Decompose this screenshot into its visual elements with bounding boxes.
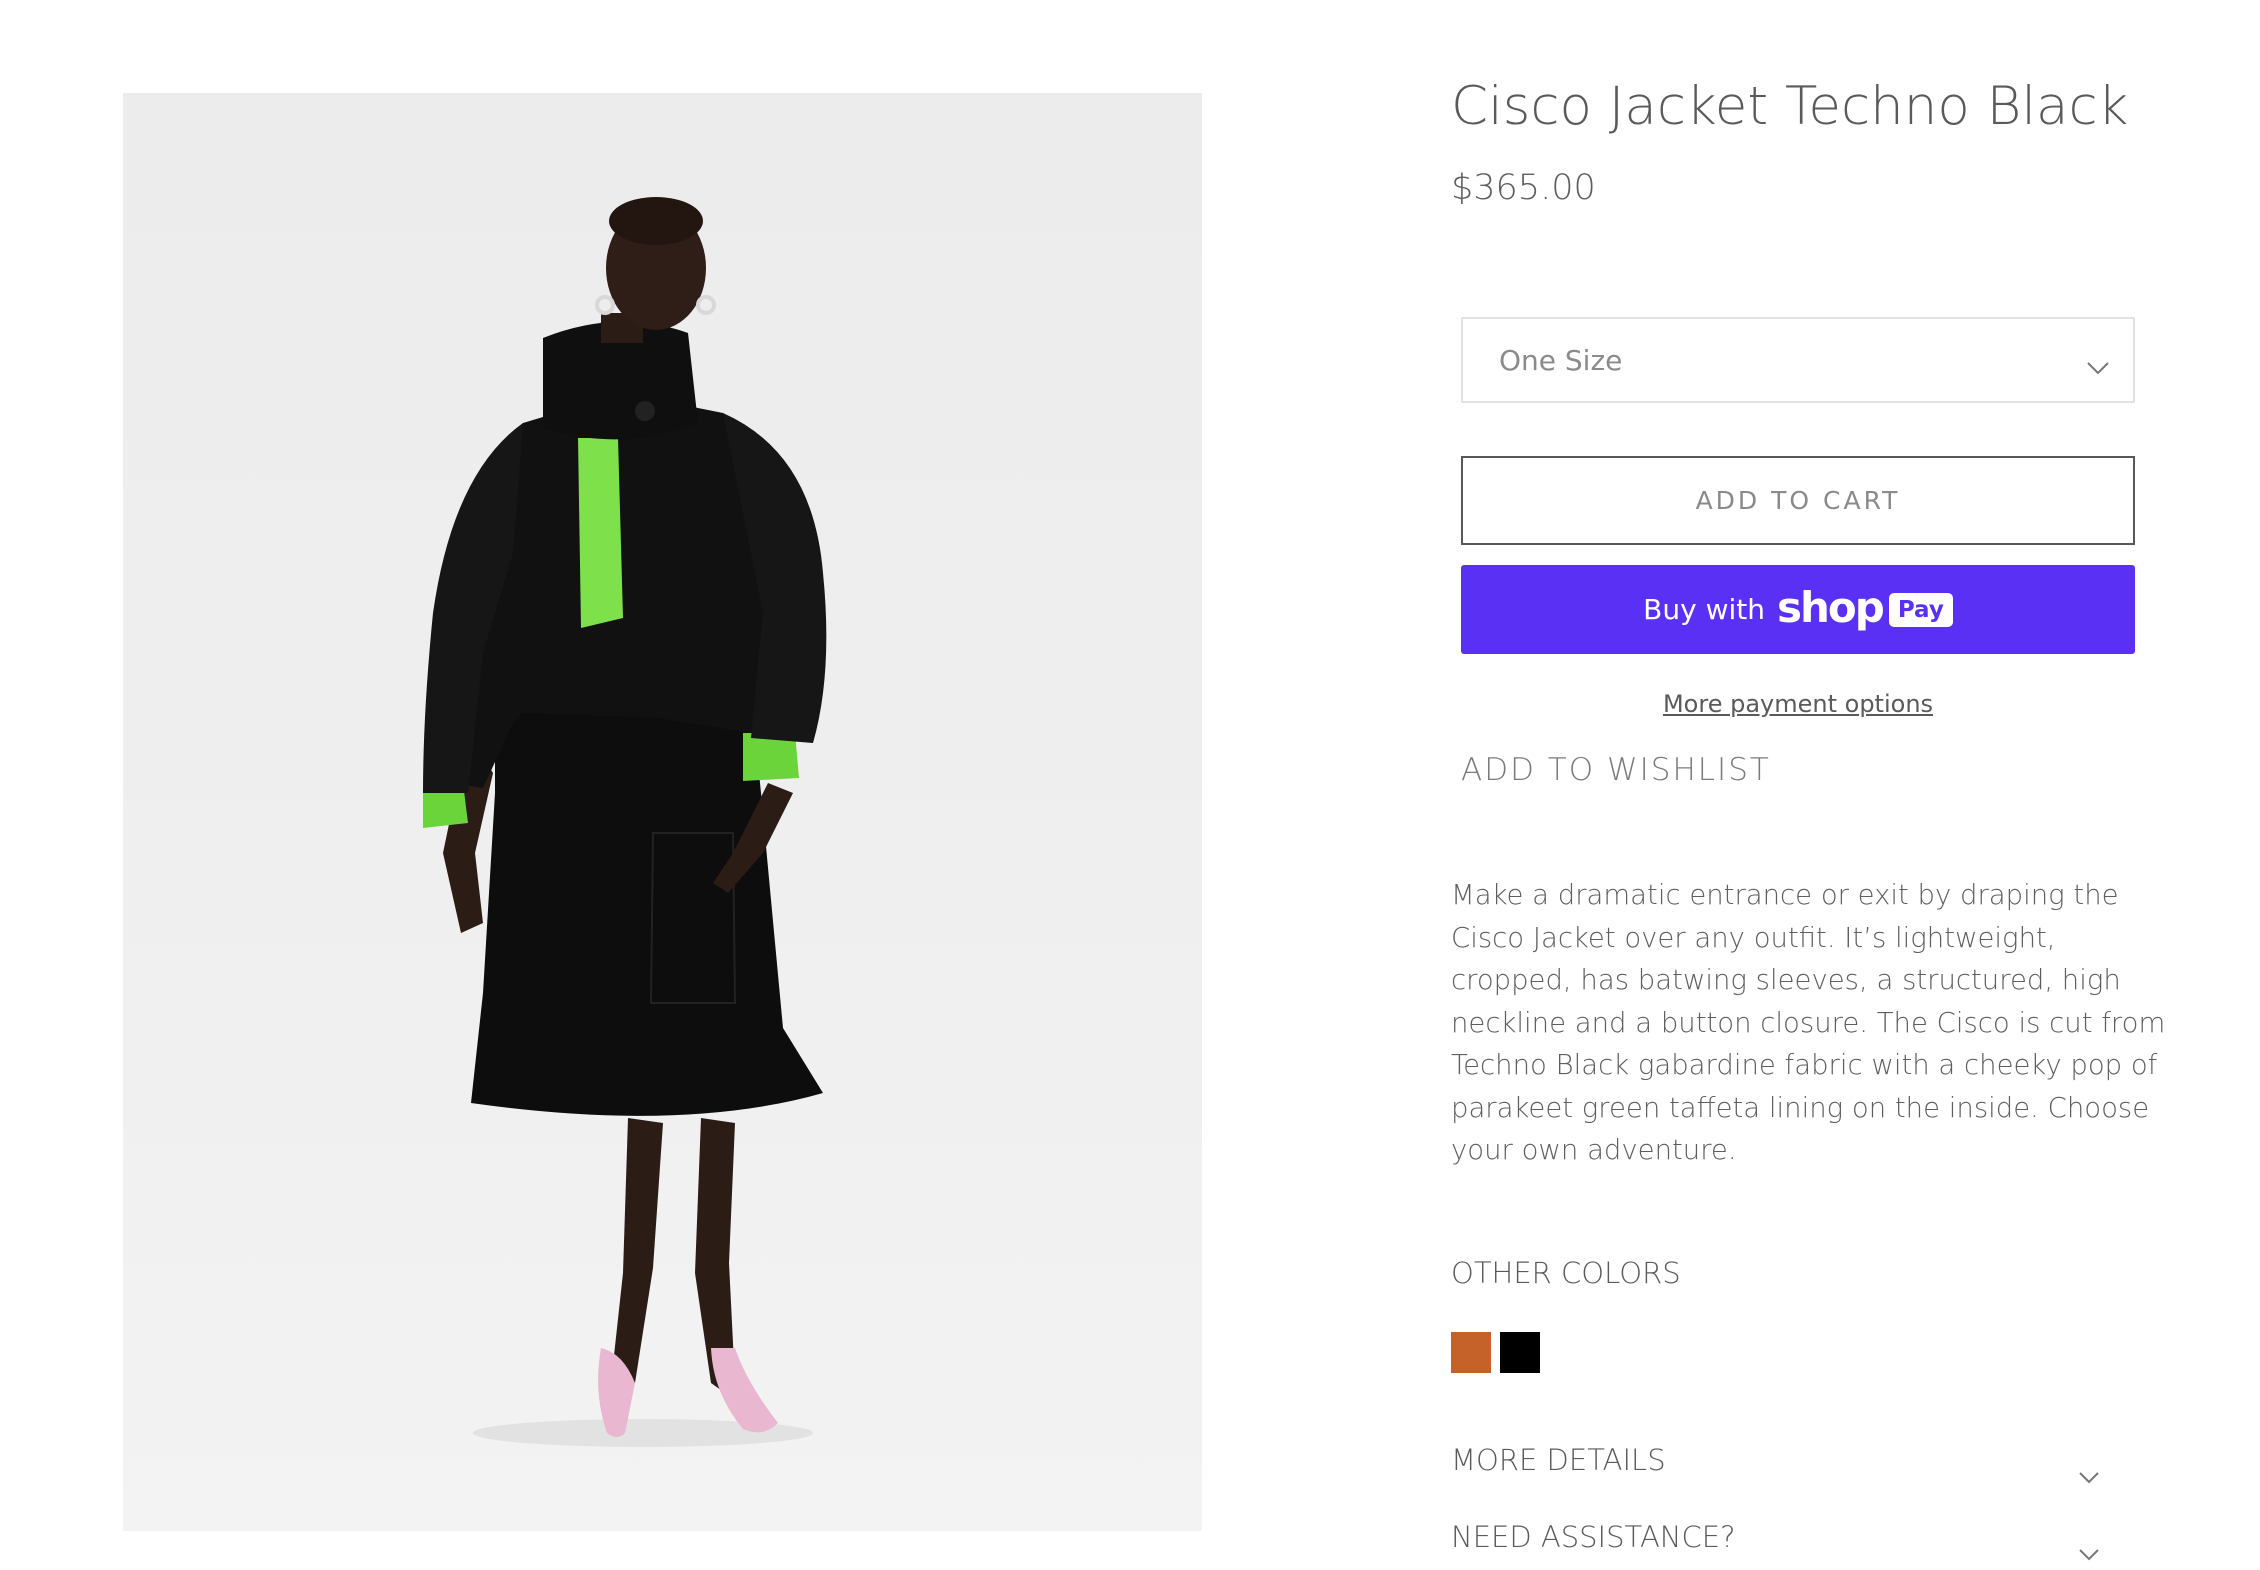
product-price: $365.00 — [1451, 168, 1596, 208]
size-select[interactable]: One Size — [1461, 317, 2135, 403]
chevron-down-icon — [2087, 349, 2109, 382]
add-to-wishlist-button[interactable]: ADD TO WISHLIST — [1461, 752, 1771, 788]
add-to-cart-button[interactable]: ADD TO CART — [1461, 456, 2135, 545]
product-title: Cisco Jacket Techno Black — [1451, 76, 2129, 137]
need-assistance-label: NEED ASSISTANCE? — [1451, 1520, 1736, 1554]
pay-badge: Pay — [1888, 592, 1953, 627]
swatch-rust[interactable] — [1451, 1332, 1491, 1373]
swatch-black[interactable] — [1500, 1332, 1540, 1373]
product-info: Cisco Jacket Techno Black $365.00 One Si… — [1451, 0, 2165, 1564]
buy-with-shop-pay-button[interactable]: Buy with shop Pay — [1461, 565, 2135, 654]
other-colors-label: OTHER COLORS — [1451, 1256, 1681, 1290]
more-details-accordion[interactable]: MORE DETAILS — [1451, 1443, 2111, 1493]
more-details-label: MORE DETAILS — [1451, 1443, 1666, 1477]
model-photo-illustration — [423, 197, 827, 1447]
more-payment-options-link[interactable]: More payment options — [1461, 690, 2135, 718]
color-swatches — [1451, 1332, 1540, 1373]
chevron-down-icon — [2079, 1469, 2099, 1488]
chevron-down-icon — [2079, 1546, 2099, 1565]
product-image[interactable] — [123, 93, 1202, 1531]
need-assistance-accordion[interactable]: NEED ASSISTANCE? — [1451, 1520, 2111, 1570]
size-select-value: One Size — [1499, 343, 1623, 377]
product-description: Make a dramatic entrance or exit by drap… — [1451, 879, 2166, 1166]
buy-with-label: Buy with — [1643, 593, 1765, 626]
shop-pay-logo: shop — [1776, 583, 1885, 632]
